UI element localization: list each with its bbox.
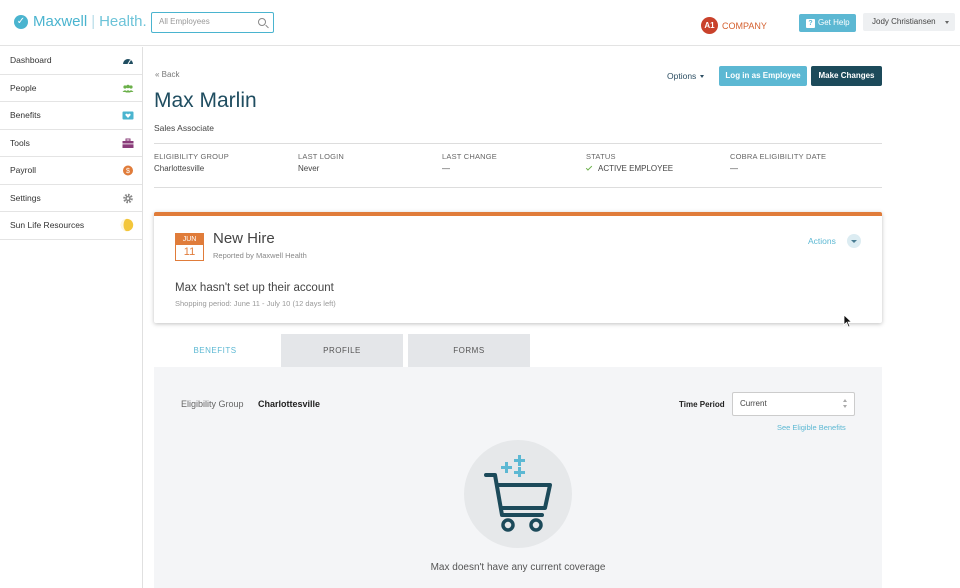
- logo-separator: |: [91, 13, 96, 30]
- empty-cart-illustration: [464, 440, 572, 548]
- divider: [154, 187, 882, 188]
- user-name: Jody Christiansen: [872, 17, 936, 26]
- mouse-cursor-icon: [843, 314, 853, 328]
- time-period-label: Time Period: [679, 400, 725, 409]
- meta-label: COBRA ELIGIBILITY DATE: [730, 152, 827, 161]
- back-label: Back: [161, 70, 180, 79]
- sidebar-item-people[interactable]: People: [0, 75, 142, 102]
- get-help-label: Get Help: [818, 18, 850, 27]
- meta-label: ELIGIBILITY GROUP: [154, 152, 229, 161]
- people-icon: [122, 84, 134, 92]
- sidebar-item-tools[interactable]: Tools: [0, 130, 142, 157]
- company-badge-icon: A1: [701, 17, 718, 34]
- heart-card-icon: [122, 111, 134, 120]
- svg-text:$: $: [126, 168, 130, 175]
- search-icon[interactable]: [258, 18, 266, 26]
- actions-link[interactable]: Actions: [808, 236, 836, 246]
- make-changes-button[interactable]: Make Changes: [811, 66, 882, 86]
- meta-eligibility-group: ELIGIBILITY GROUP Charlottesville: [154, 152, 229, 173]
- logo-suffix-text: Health.: [99, 13, 147, 30]
- sidebar-item-label: Tools: [10, 137, 30, 148]
- user-menu-dropdown[interactable]: Jody Christiansen: [863, 13, 955, 31]
- meta-status: STATUS ACTIVE EMPLOYEE: [585, 152, 674, 173]
- question-icon: ?: [806, 19, 815, 28]
- options-dropdown[interactable]: Options: [667, 71, 705, 81]
- login-as-employee-button[interactable]: Log in as Employee: [719, 66, 807, 86]
- sun-life-icon: [120, 218, 134, 232]
- checkmark-icon: [585, 164, 593, 171]
- meta-value: Charlottesville: [154, 164, 205, 173]
- speedometer-icon: [123, 59, 133, 65]
- sidebar-item-sun-life-resources[interactable]: Sun Life Resources: [0, 212, 142, 240]
- see-eligible-benefits-link[interactable]: See Eligible Benefits: [777, 423, 846, 432]
- tab-profile[interactable]: PROFILE: [281, 334, 403, 367]
- sidebar-item-label: Payroll: [10, 165, 36, 175]
- sidebar-item-benefits[interactable]: Benefits: [0, 102, 142, 130]
- sidebar-item-dashboard[interactable]: Dashboard: [0, 47, 142, 75]
- toolbox-icon: [122, 138, 134, 148]
- logo-brand-text: Maxwell: [33, 13, 88, 30]
- meta-label: LAST LOGIN: [298, 152, 345, 161]
- sidebar-item-label: Dashboard: [10, 55, 52, 65]
- shopping-cart-plus-icon: [484, 455, 552, 532]
- employee-search-input[interactable]: All Employees: [151, 12, 274, 33]
- eligibility-group-label: Eligibility Group: [181, 399, 244, 409]
- sidebar-nav: Dashboard People Benefits Tools Payroll …: [0, 47, 143, 588]
- options-label: Options: [667, 71, 697, 81]
- company-indicator: A1 COMPANY: [701, 17, 767, 34]
- eligibility-group-value: Charlottesville: [258, 399, 321, 409]
- search-placeholder: All Employees: [159, 17, 210, 26]
- maxwell-health-logo[interactable]: ✓ Maxwell | Health.: [14, 13, 147, 30]
- gear-icon: [123, 193, 133, 203]
- benefits-panel: Eligibility Group Charlottesville Time P…: [154, 367, 882, 588]
- tab-forms[interactable]: FORMS: [408, 334, 530, 367]
- sidebar-item-payroll[interactable]: Payroll $: [0, 157, 142, 185]
- chevron-down-icon: [945, 21, 949, 24]
- meta-last-login: LAST LOGIN Never: [298, 152, 344, 173]
- meta-label: LAST CHANGE: [442, 152, 497, 161]
- calendar-date-icon: JUN 11: [175, 233, 204, 261]
- sidebar-item-label: Benefits: [10, 110, 41, 120]
- sidebar-item-label: Settings: [10, 192, 41, 203]
- status-value: ACTIVE EMPLOYEE: [585, 164, 674, 173]
- chevron-down-icon: [700, 75, 705, 79]
- tab-benefits[interactable]: BENEFITS: [154, 334, 276, 367]
- back-link[interactable]: « Back: [155, 70, 179, 79]
- sidebar-item-label: Sun Life Resources: [10, 220, 85, 230]
- calendar-month: JUN: [176, 234, 203, 245]
- employee-name: Max Marlin: [154, 89, 257, 112]
- actions-chevron-down-icon[interactable]: [847, 234, 861, 248]
- meta-value: Never: [298, 164, 320, 173]
- new-hire-event-card: JUN 11 New Hire Reported by Maxwell Heal…: [154, 212, 882, 323]
- meta-last-change: LAST CHANGE —: [442, 152, 497, 173]
- shopping-period-text: Shopping period: June 11 - July 10 (12 d…: [175, 299, 336, 308]
- meta-value: —: [442, 164, 450, 173]
- sidebar-item-label: People: [10, 82, 37, 93]
- calendar-day: 11: [183, 246, 196, 258]
- employee-title: Sales Associate: [154, 123, 215, 133]
- meta-value: —: [730, 164, 738, 173]
- logo-mark-icon: ✓: [14, 14, 28, 29]
- no-coverage-message: Max doesn't have any current coverage: [430, 562, 606, 573]
- company-name: COMPANY: [722, 20, 767, 31]
- status-text: ACTIVE EMPLOYEE: [598, 164, 674, 173]
- event-message: Max hasn't set up their account: [175, 282, 334, 294]
- meta-label: STATUS: [586, 152, 616, 161]
- meta-cobra-eligibility-date: COBRA ELIGIBILITY DATE —: [730, 152, 826, 173]
- divider: [154, 143, 882, 144]
- top-header: ✓ Maxwell | Health. All Employees A1 COM…: [0, 0, 960, 46]
- sidebar-item-settings[interactable]: Settings: [0, 185, 142, 212]
- get-help-button[interactable]: ? Get Help: [799, 14, 856, 32]
- dollar-coin-icon: $: [123, 165, 133, 176]
- time-period-value: Current: [740, 399, 767, 408]
- event-title: New Hire: [213, 230, 275, 247]
- event-reported-by: Reported by Maxwell Health: [213, 251, 307, 260]
- time-period-select[interactable]: Current: [732, 392, 855, 416]
- select-arrows-icon: [843, 399, 848, 410]
